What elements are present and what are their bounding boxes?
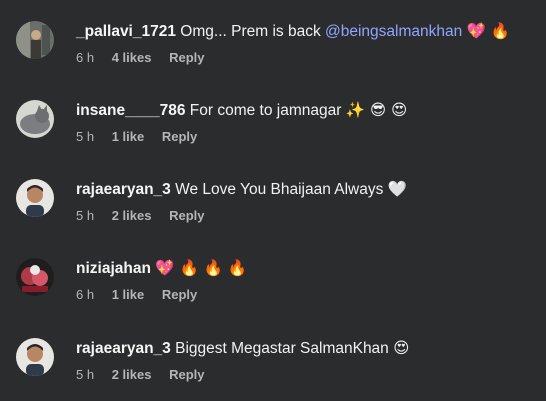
comment-likes-link[interactable]: 4 likes xyxy=(112,50,152,66)
avatar-image xyxy=(16,21,54,59)
reply-button[interactable]: Reply xyxy=(162,287,197,303)
comment-meta: 5 h 1 like Reply xyxy=(76,129,211,145)
avatar[interactable] xyxy=(16,100,54,138)
comment-meta: 6 h 1 like Reply xyxy=(76,287,211,303)
comment-text: Biggest Megastar SalmanKhan xyxy=(175,340,389,357)
comment-username[interactable]: _pallavi_1721 xyxy=(76,23,176,40)
comments-list: _pallavi_1721 Omg... Prem is back @being… xyxy=(0,0,546,401)
comment-timestamp[interactable]: 6 h xyxy=(76,50,94,66)
avatar[interactable] xyxy=(16,179,54,217)
avatar[interactable] xyxy=(16,338,54,376)
comment-timestamp[interactable]: 5 h xyxy=(76,367,94,383)
comment-likes-link[interactable]: 1 like xyxy=(112,287,145,303)
comment-likes-link[interactable]: 2 likes xyxy=(112,208,152,224)
comment-timestamp[interactable]: 5 h xyxy=(76,208,94,224)
avatar-image xyxy=(16,179,54,217)
avatar-image xyxy=(16,338,54,376)
comment-likes-link[interactable]: 1 like xyxy=(112,129,145,145)
comment-line: niziajahan 💖 🔥 🔥 🔥 xyxy=(76,258,247,279)
avatar-image xyxy=(16,100,54,138)
comment-meta: 5 h 2 likes Reply xyxy=(76,208,219,224)
comment-item: insane____786 For come to jamnagar ✨ 😎 😍… xyxy=(0,100,546,179)
comment-meta: 5 h 2 likes Reply xyxy=(76,367,219,383)
comment-item: niziajahan 💖 🔥 🔥 🔥 6 h 1 like Reply xyxy=(0,258,546,337)
comment-username[interactable]: niziajahan xyxy=(76,260,151,277)
comment-item: rajaearyan_3 We Love You Bhaijaan Always… xyxy=(0,179,546,258)
comment-mention-link[interactable]: @beingsalmankhan xyxy=(325,23,462,40)
comment-timestamp[interactable]: 6 h xyxy=(76,287,94,303)
comment-username[interactable]: rajaearyan_3 xyxy=(76,181,171,198)
avatar-image xyxy=(16,258,54,296)
comment-line: rajaearyan_3 Biggest Megastar SalmanKhan… xyxy=(76,338,409,359)
comment-likes-link[interactable]: 2 likes xyxy=(112,367,152,383)
comment-text: Omg... Prem is back xyxy=(180,23,321,40)
comment-emoji: 💖 🔥 xyxy=(466,22,511,40)
reply-button[interactable]: Reply xyxy=(169,50,204,66)
avatar[interactable] xyxy=(16,258,54,296)
comment-emoji: ✨ 😎 😍 xyxy=(345,101,408,119)
avatar[interactable] xyxy=(16,21,54,59)
reply-button[interactable]: Reply xyxy=(169,367,204,383)
comment-line: insane____786 For come to jamnagar ✨ 😎 😍 xyxy=(76,100,407,121)
comment-text: For come to jamnagar xyxy=(189,102,342,119)
reply-button[interactable]: Reply xyxy=(169,208,204,224)
comment-line: _pallavi_1721 Omg... Prem is back @being… xyxy=(76,21,510,42)
comment-emoji: 😍 xyxy=(393,339,410,357)
comment-emoji: 🤍 xyxy=(387,180,408,198)
reply-button[interactable]: Reply xyxy=(162,129,197,145)
comment-emoji: 💖 🔥 🔥 🔥 xyxy=(155,259,248,277)
comment-text: We Love You Bhaijaan Always xyxy=(175,181,384,198)
comment-line: rajaearyan_3 We Love You Bhaijaan Always… xyxy=(76,179,407,200)
comment-timestamp[interactable]: 5 h xyxy=(76,129,94,145)
comment-item: _pallavi_1721 Omg... Prem is back @being… xyxy=(0,21,546,100)
comment-username[interactable]: insane____786 xyxy=(76,102,185,119)
comment-username[interactable]: rajaearyan_3 xyxy=(76,340,171,357)
comment-meta: 6 h 4 likes Reply xyxy=(76,50,219,66)
comment-item: rajaearyan_3 Biggest Megastar SalmanKhan… xyxy=(0,338,546,401)
